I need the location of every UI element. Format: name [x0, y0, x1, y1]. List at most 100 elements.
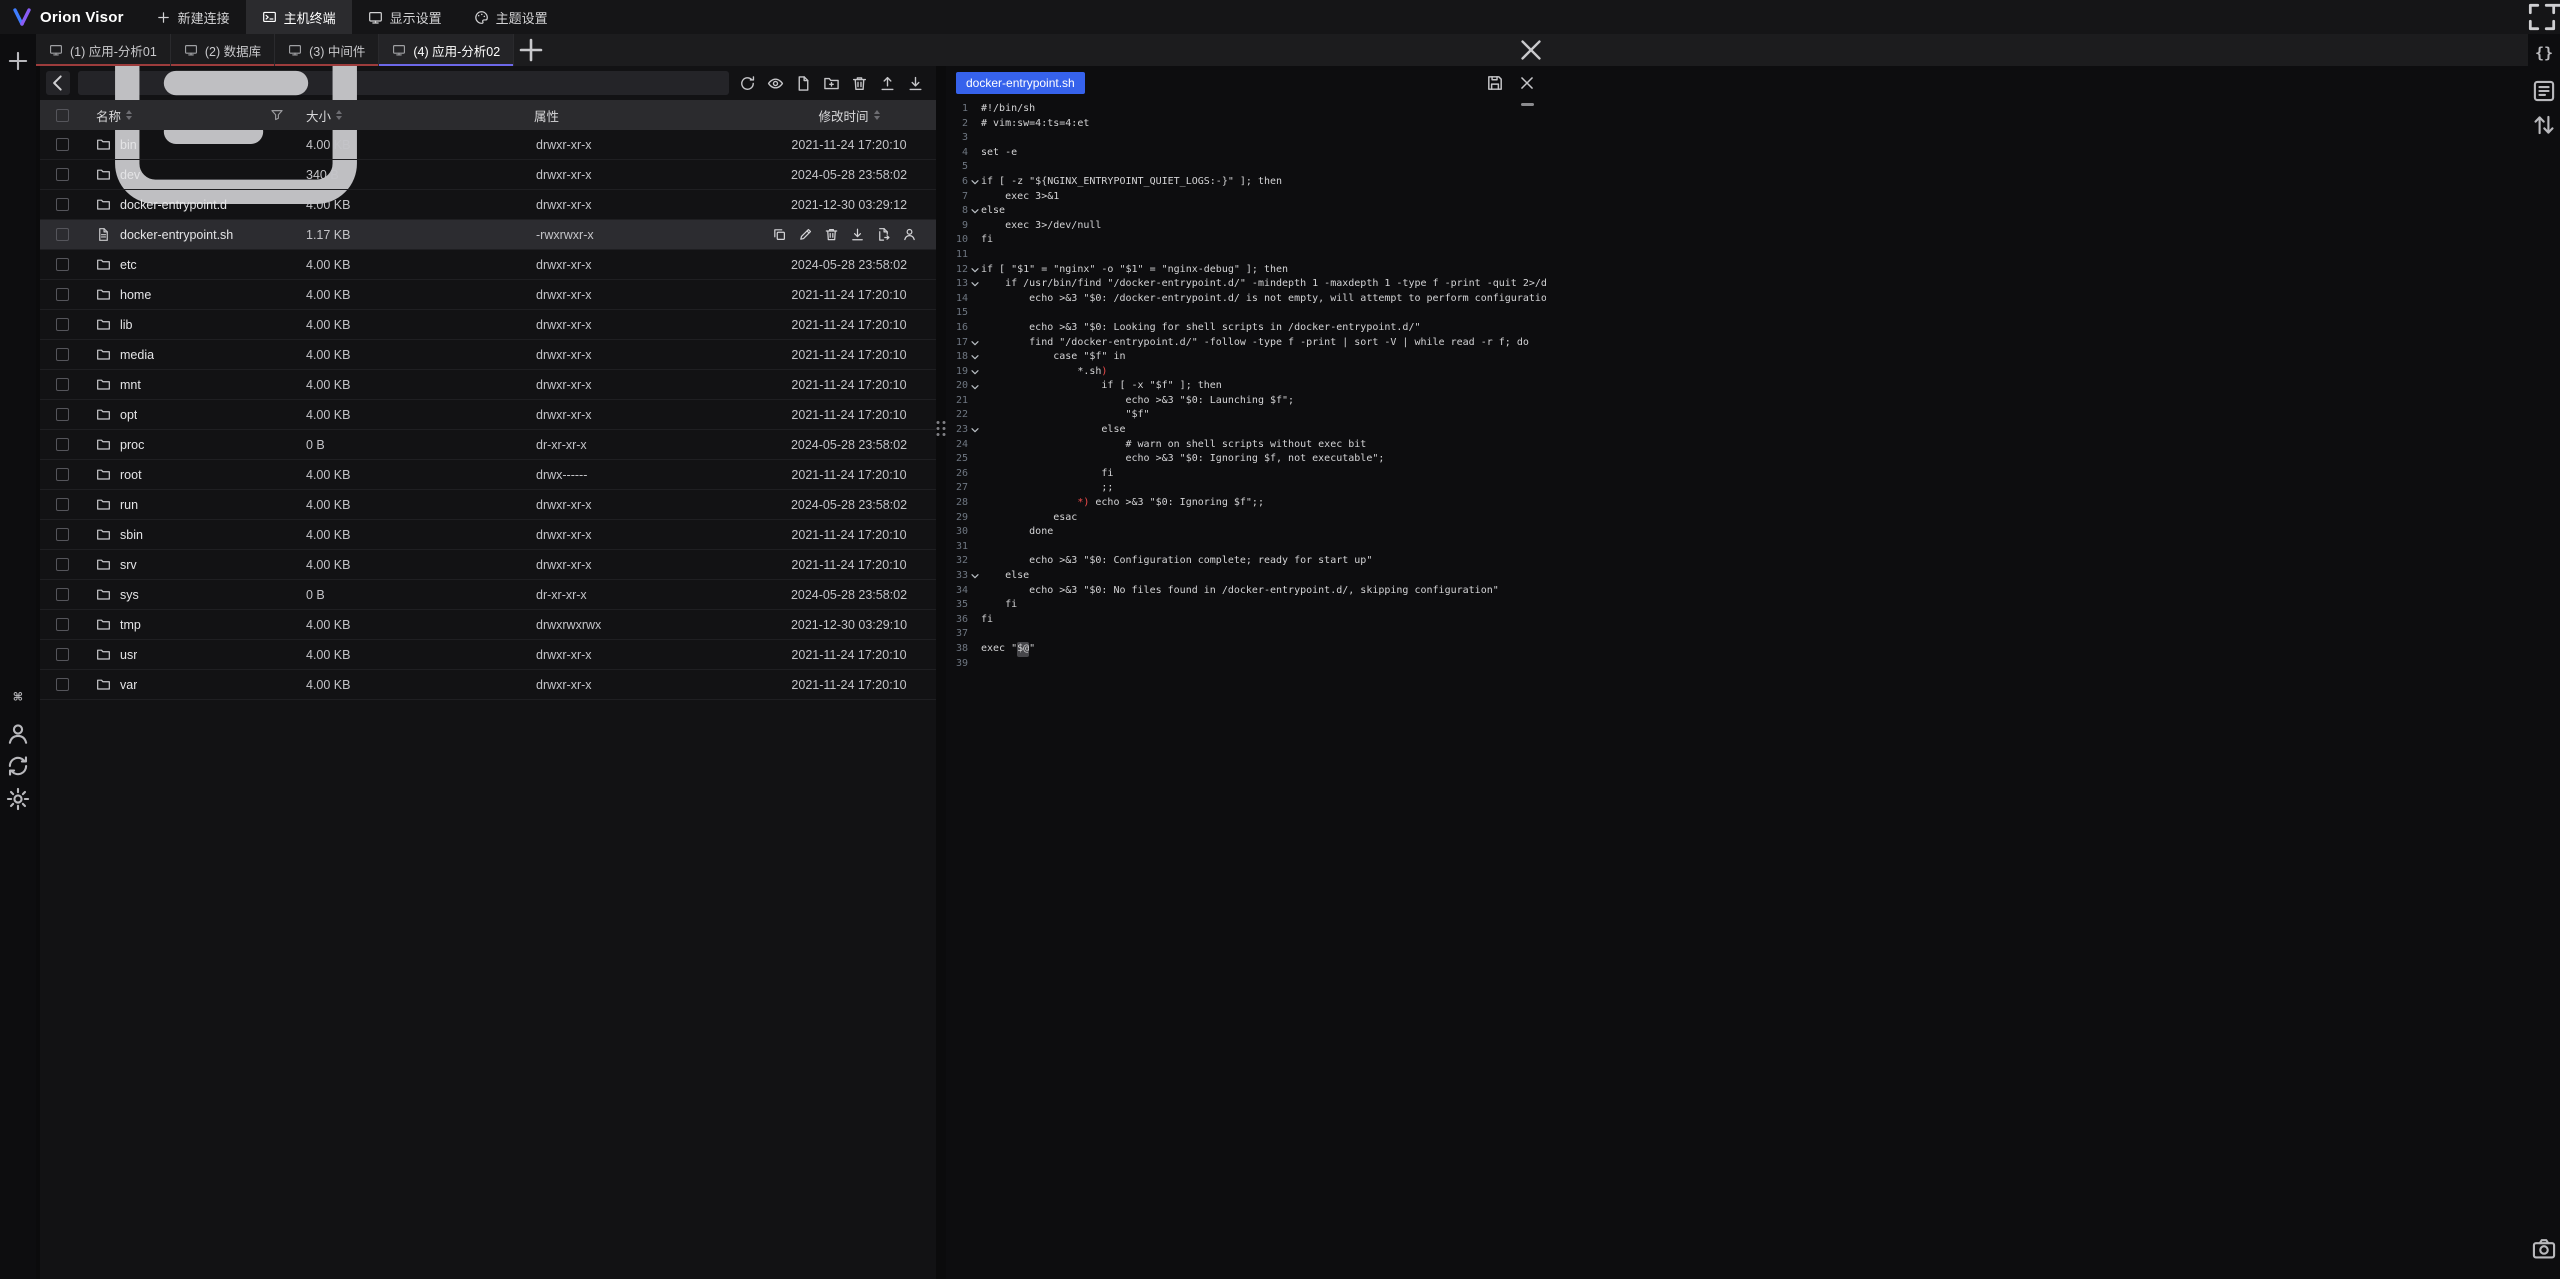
file-name-cell[interactable]: var — [84, 677, 294, 692]
file-name-cell[interactable]: dev — [84, 167, 294, 182]
fold-chevron-icon[interactable] — [968, 280, 981, 288]
code-line[interactable]: 24 # warn on shell scripts without exec … — [946, 438, 1546, 453]
row-checkbox[interactable] — [56, 558, 69, 571]
code-line[interactable]: 2# vim:sw=4:ts=4:et — [946, 117, 1546, 132]
code-line[interactable]: 29 esac — [946, 511, 1546, 526]
code-line[interactable]: 28 *) echo >&3 "$0: Ignoring $f";; — [946, 496, 1546, 511]
back-icon[interactable] — [46, 71, 70, 95]
row-checkbox[interactable] — [56, 528, 69, 541]
code-line[interactable]: 11 — [946, 248, 1546, 263]
table-row[interactable]: opt4.00 KBdrwxr-xr-x2021-11-24 17:20:10 — [40, 400, 936, 430]
code-line[interactable]: 36fi — [946, 613, 1546, 628]
refresh-icon[interactable] — [739, 75, 756, 92]
download-icon[interactable] — [907, 75, 924, 92]
code-line[interactable]: 34 echo >&3 "$0: No files found in /dock… — [946, 584, 1546, 599]
name-sort-icon[interactable] — [126, 110, 132, 120]
file-name-cell[interactable]: sbin — [84, 527, 294, 542]
code-line[interactable]: 35 fi — [946, 598, 1546, 613]
code-line[interactable]: 4set -e — [946, 146, 1546, 161]
fold-chevron-icon[interactable] — [968, 207, 981, 215]
user-icon[interactable] — [5, 721, 31, 747]
code-line[interactable]: 30 done — [946, 525, 1546, 540]
column-header-mtime[interactable]: 修改时间 — [762, 100, 936, 130]
permission-action-icon[interactable] — [902, 227, 917, 242]
code-line[interactable]: 14 echo >&3 "$0: /docker-entrypoint.d/ i… — [946, 292, 1546, 307]
file-name-cell[interactable]: bin — [84, 137, 294, 152]
code-line[interactable]: 15 — [946, 306, 1546, 321]
code-line[interactable]: 5 — [946, 160, 1546, 175]
mtime-sort-icon[interactable] — [874, 110, 880, 120]
file-name-cell[interactable]: usr — [84, 647, 294, 662]
file-name-cell[interactable]: sys — [84, 587, 294, 602]
terminal-tab-2[interactable]: (2) 数据库 — [171, 34, 275, 66]
code-line[interactable]: 10fi — [946, 233, 1546, 248]
name-filter-funnel-icon[interactable] — [270, 108, 284, 122]
new-tab-icon[interactable] — [5, 48, 31, 74]
size-sort-icon[interactable] — [336, 110, 342, 120]
edit-action-icon[interactable] — [798, 227, 813, 242]
panel-resize-handle[interactable] — [936, 66, 946, 1279]
screenshot-camera-icon[interactable] — [2531, 1236, 2557, 1262]
code-line[interactable]: 20 if [ -x "$f" ]; then — [946, 379, 1546, 394]
open-file-chip[interactable]: docker-entrypoint.sh — [956, 72, 1085, 94]
table-row[interactable]: dev340 Bdrwxr-xr-x2024-05-28 23:58:02 — [40, 160, 936, 190]
table-row[interactable]: var4.00 KBdrwxr-xr-x2021-11-24 17:20:10 — [40, 670, 936, 700]
code-line[interactable]: 9 exec 3>/dev/null — [946, 219, 1546, 234]
delete-action-icon[interactable] — [824, 227, 839, 242]
column-header-name[interactable]: 名称 — [84, 100, 294, 130]
table-row[interactable]: lib4.00 KBdrwxr-xr-x2021-11-24 17:20:10 — [40, 310, 936, 340]
fold-chevron-icon[interactable] — [968, 572, 981, 580]
row-checkbox[interactable] — [56, 678, 69, 691]
table-row[interactable]: run4.00 KBdrwxr-xr-x2024-05-28 23:58:02 — [40, 490, 936, 520]
row-checkbox[interactable] — [56, 288, 69, 301]
fold-chevron-icon[interactable] — [968, 383, 981, 391]
terminal-tab-1[interactable]: (1) 应用-分析01 — [36, 34, 171, 66]
table-row[interactable]: media4.00 KBdrwxr-xr-x2021-11-24 17:20:1… — [40, 340, 936, 370]
code-line[interactable]: 8else — [946, 204, 1546, 219]
show-hidden-eye-icon[interactable] — [767, 75, 784, 92]
file-name-cell[interactable]: docker-entrypoint.d — [84, 197, 294, 212]
fold-chevron-icon[interactable] — [968, 339, 981, 347]
code-line[interactable]: 12if [ "$1" = "nginx" -o "$1" = "nginx-d… — [946, 263, 1546, 278]
code-line[interactable]: 16 echo >&3 "$0: Looking for shell scrip… — [946, 321, 1546, 336]
column-header-size[interactable]: 大小 — [294, 100, 522, 130]
row-checkbox[interactable] — [56, 168, 69, 181]
table-row[interactable]: mnt4.00 KBdrwxr-xr-x2021-11-24 17:20:10 — [40, 370, 936, 400]
fullscreen-icon[interactable] — [2524, 0, 2560, 34]
editor-scrollbar-thumb[interactable] — [1521, 103, 1534, 106]
sync-icon[interactable] — [5, 753, 31, 779]
code-line[interactable]: 33 else — [946, 569, 1546, 584]
row-checkbox[interactable] — [56, 648, 69, 661]
braces-icon[interactable]: {} — [2531, 40, 2557, 66]
move-action-icon[interactable] — [876, 227, 891, 242]
menu-item-display-settings[interactable]: 显示设置 — [352, 0, 458, 34]
select-all-checkbox[interactable] — [56, 109, 69, 122]
code-editor[interactable]: 1#!/bin/sh2# vim:sw=4:ts=4:et34set -e56i… — [946, 100, 1546, 1279]
terminal-tab-4[interactable]: (4) 应用-分析02 — [379, 34, 514, 66]
row-checkbox[interactable] — [56, 318, 69, 331]
code-line[interactable]: 32 echo >&3 "$0: Configuration complete;… — [946, 554, 1546, 569]
menu-item-host-terminal[interactable]: 主机终端 — [246, 0, 352, 34]
save-icon[interactable] — [1486, 74, 1504, 92]
upload-icon[interactable] — [879, 75, 896, 92]
table-row[interactable]: docker-entrypoint.sh1.17 KB-rwxrwxr-x — [40, 220, 936, 250]
code-line[interactable]: 31 — [946, 540, 1546, 555]
keyboard-shortcut-icon[interactable]: ⌘ — [5, 684, 31, 710]
code-line[interactable]: 21 echo >&3 "$0: Launching $f"; — [946, 394, 1546, 409]
file-name-cell[interactable]: lib — [84, 317, 294, 332]
new-file-icon[interactable] — [795, 75, 812, 92]
row-checkbox[interactable] — [56, 378, 69, 391]
file-name-cell[interactable]: tmp — [84, 617, 294, 632]
fold-chevron-icon[interactable] — [968, 368, 981, 376]
transfer-list-icon[interactable] — [2531, 112, 2557, 138]
code-line[interactable]: 26 fi — [946, 467, 1546, 482]
copy-action-icon[interactable] — [772, 227, 787, 242]
row-checkbox[interactable] — [56, 618, 69, 631]
code-line[interactable]: 39 — [946, 657, 1546, 672]
table-row[interactable]: bin4.00 KBdrwxr-xr-x2021-11-24 17:20:10 — [40, 130, 936, 160]
row-checkbox[interactable] — [56, 258, 69, 271]
path-input[interactable] — [392, 76, 721, 90]
row-checkbox[interactable] — [56, 408, 69, 421]
file-name-cell[interactable]: run — [84, 497, 294, 512]
table-row[interactable]: sbin4.00 KBdrwxr-xr-x2021-11-24 17:20:10 — [40, 520, 936, 550]
